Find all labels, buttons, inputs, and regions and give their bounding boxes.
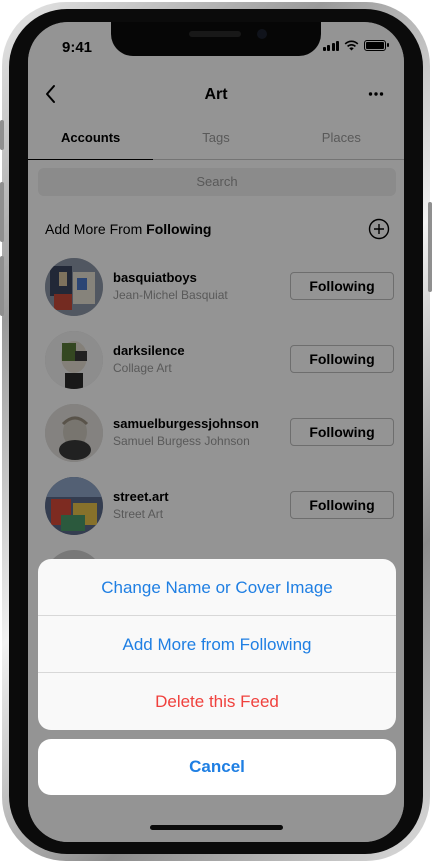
- power-button: [428, 202, 432, 292]
- home-indicator[interactable]: [150, 825, 283, 830]
- delete-feed-button[interactable]: Delete this Feed: [38, 673, 396, 730]
- cancel-button[interactable]: Cancel: [38, 739, 396, 795]
- screen: 9:41 Art Accounts Tags Places Search Add…: [28, 22, 404, 842]
- volume-up-button: [0, 182, 4, 242]
- volume-down-button: [0, 256, 4, 316]
- change-name-or-cover-button[interactable]: Change Name or Cover Image: [38, 559, 396, 616]
- action-sheet: Change Name or Cover Image Add More from…: [38, 559, 396, 730]
- add-more-from-following-button[interactable]: Add More from Following: [38, 616, 396, 673]
- mute-switch: [0, 120, 4, 150]
